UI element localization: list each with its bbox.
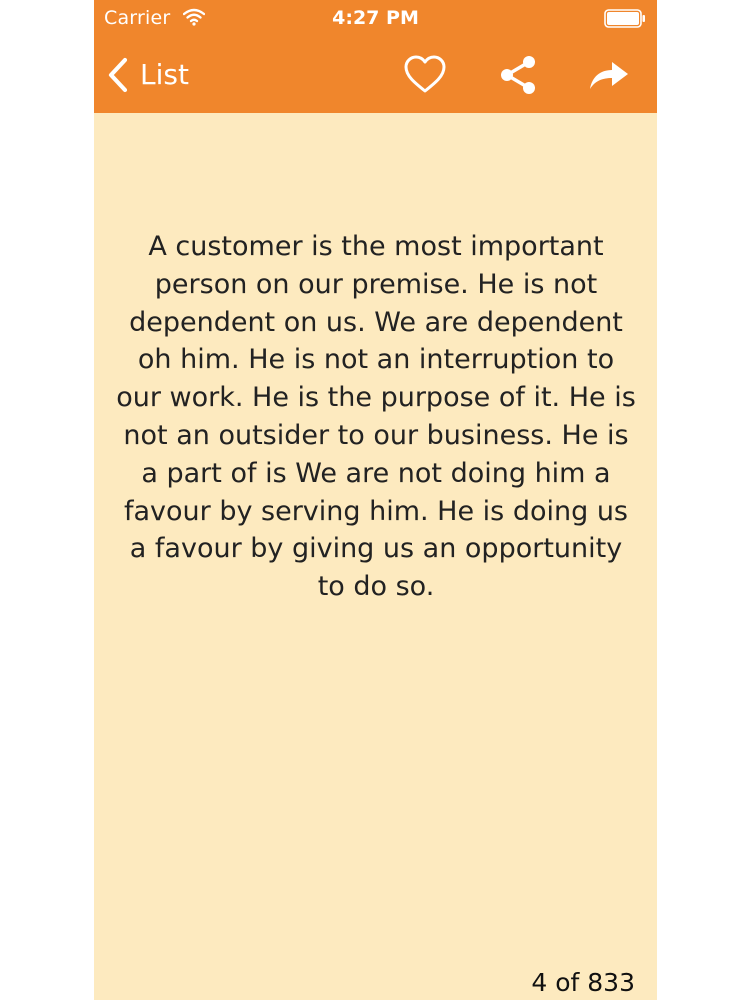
page-counter: 4 of 833: [531, 968, 635, 997]
back-button[interactable]: List: [106, 54, 189, 96]
app-screen: Carrier 4:27 PM List A customer is the m…: [94, 0, 657, 1000]
share-button[interactable]: [494, 51, 542, 99]
navigation-bar: List: [94, 40, 657, 113]
heart-icon: [404, 55, 446, 93]
status-time: 4:27 PM: [332, 7, 419, 29]
back-button-label: List: [140, 58, 189, 91]
battery-icon: [604, 9, 645, 28]
share-icon: [501, 56, 535, 94]
forward-button[interactable]: [584, 51, 632, 99]
favorite-button[interactable]: [401, 51, 449, 99]
header: Carrier 4:27 PM List: [94, 0, 657, 113]
quote-content: A customer is the most important person …: [94, 113, 657, 1000]
pager-area: 4 of 833: [94, 913, 657, 997]
forward-arrow-icon: [590, 62, 628, 89]
chevron-left-icon: [108, 57, 128, 93]
quote-text: A customer is the most important person …: [116, 231, 636, 603]
status-bar: Carrier 4:27 PM: [94, 0, 657, 36]
